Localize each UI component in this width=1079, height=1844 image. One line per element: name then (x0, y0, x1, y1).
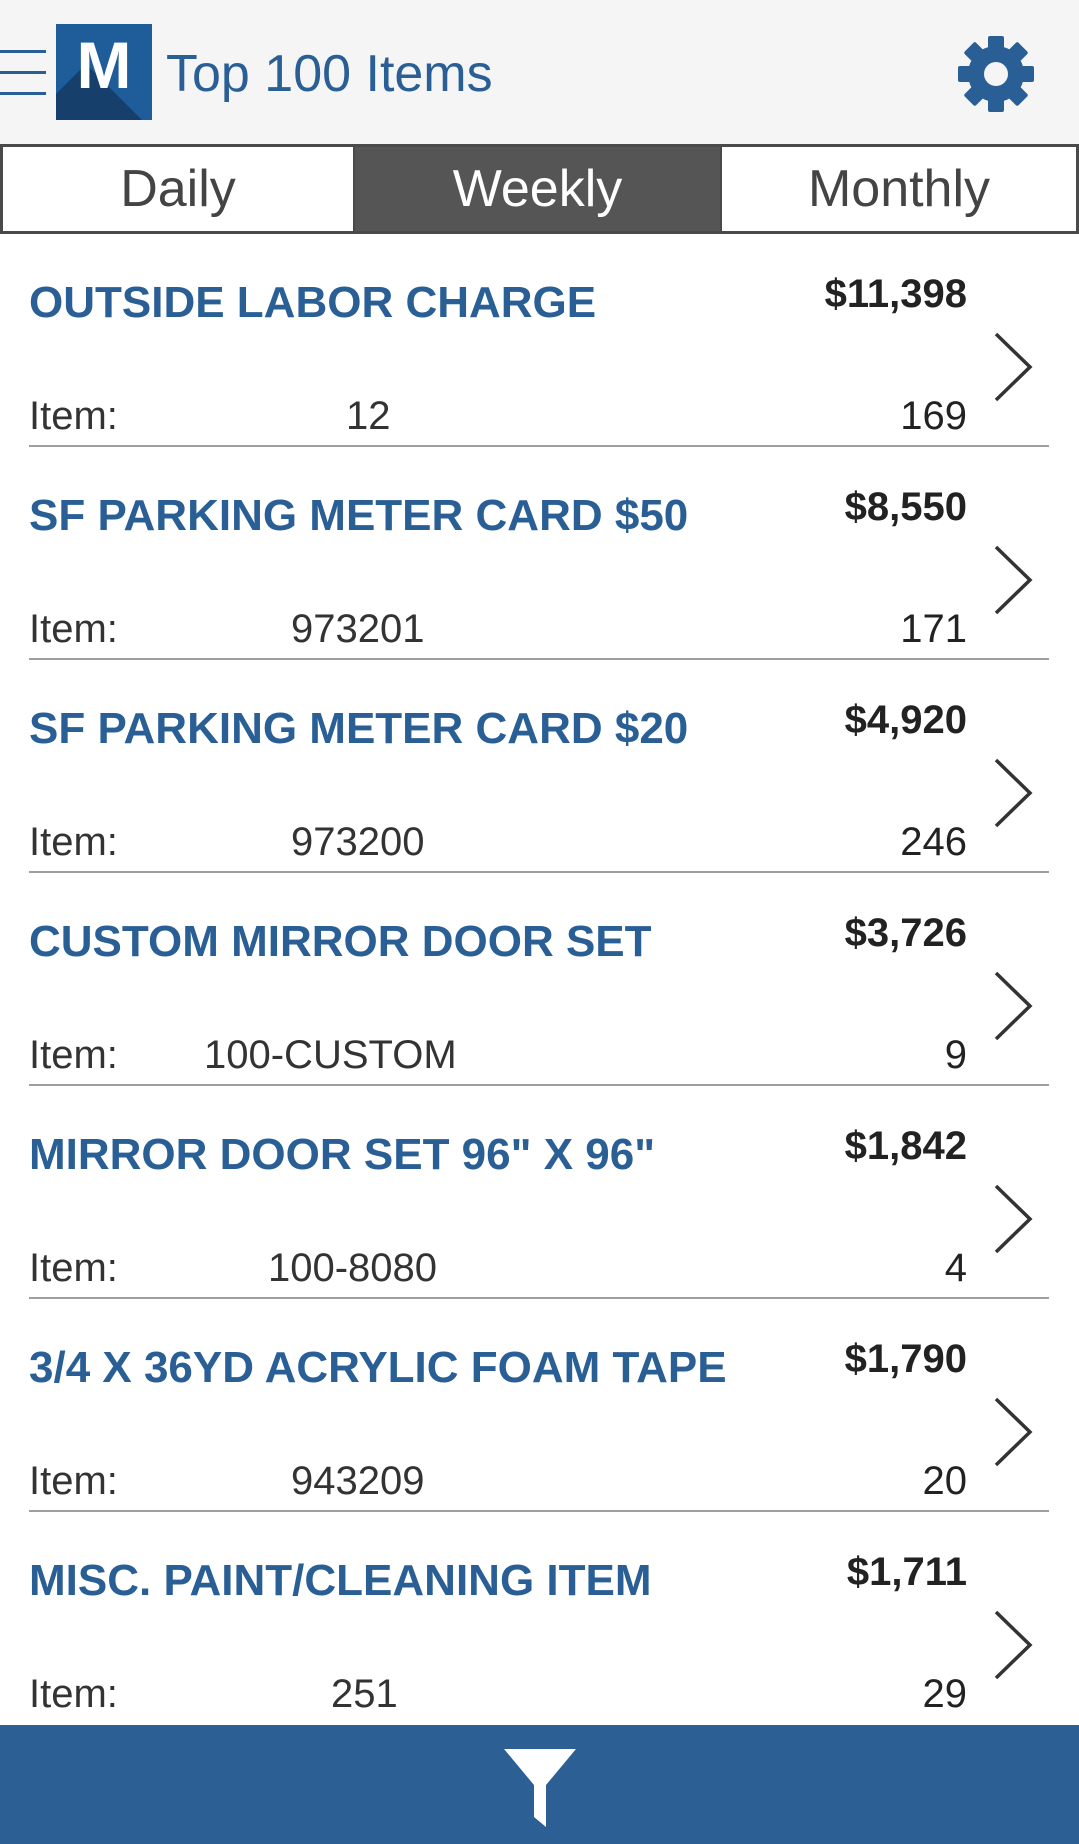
chevron-right-icon[interactable] (992, 1395, 1036, 1469)
item-name: CUSTOM MIRROR DOOR SET (29, 917, 652, 966)
item-name: OUTSIDE LABOR CHARGE (29, 278, 597, 327)
item-quantity: 9 (944, 1033, 967, 1077)
chevron-right-icon[interactable] (992, 330, 1036, 404)
chevron-right-icon[interactable] (992, 1608, 1036, 1682)
period-tabs: Daily Weekly Monthly (0, 144, 1079, 234)
chevron-right-icon[interactable] (992, 969, 1036, 1043)
list-item[interactable]: MISC. PAINT/CLEANING ITEM $1,711 Item: 2… (0, 1512, 1079, 1725)
item-label: Item: (29, 1672, 118, 1716)
item-number: 251 (331, 1672, 398, 1716)
list-item[interactable]: CUSTOM MIRROR DOOR SET $3,726 Item: 100-… (0, 873, 1079, 1086)
item-number: 12 (346, 394, 391, 438)
app-logo: M (56, 24, 152, 120)
item-name: MIRROR DOOR SET 96" X 96" (29, 1130, 656, 1179)
item-quantity: 29 (922, 1672, 968, 1716)
item-label: Item: (29, 820, 118, 864)
item-number: 973201 (291, 607, 425, 651)
chevron-right-icon[interactable] (992, 543, 1036, 617)
item-quantity: 4 (944, 1246, 967, 1290)
app-header: M Top 100 Items (0, 0, 1079, 144)
item-amount: $11,398 (824, 272, 967, 316)
menu-icon[interactable] (0, 50, 46, 96)
list-item[interactable]: SF PARKING METER CARD $20 $4,920 Item: 9… (0, 660, 1079, 873)
item-number: 100-8080 (268, 1246, 438, 1290)
item-amount: $1,842 (844, 1124, 967, 1168)
items-list: OUTSIDE LABOR CHARGE $11,398 Item: 12 16… (0, 234, 1079, 1725)
item-label: Item: (29, 1033, 118, 1077)
chevron-right-icon[interactable] (992, 1182, 1036, 1256)
item-quantity: 20 (922, 1459, 968, 1503)
page-title: Top 100 Items (166, 45, 493, 103)
filter-bar[interactable] (0, 1725, 1079, 1844)
item-name: 3/4 X 36YD ACRYLIC FOAM TAPE (29, 1343, 727, 1392)
item-number: 943209 (291, 1459, 425, 1503)
list-item[interactable]: OUTSIDE LABOR CHARGE $11,398 Item: 12 16… (0, 234, 1079, 447)
item-amount: $8,550 (844, 485, 967, 529)
tab-daily[interactable]: Daily (3, 147, 355, 231)
item-quantity: 171 (900, 607, 967, 651)
list-item[interactable]: MIRROR DOOR SET 96" X 96" $1,842 Item: 1… (0, 1086, 1079, 1299)
item-name: MISC. PAINT/CLEANING ITEM (29, 1556, 652, 1605)
tab-monthly[interactable]: Monthly (720, 147, 1076, 231)
gear-icon[interactable] (956, 34, 1036, 114)
item-quantity: 246 (900, 820, 967, 864)
item-label: Item: (29, 607, 118, 651)
item-label: Item: (29, 1459, 118, 1503)
item-number: 100-CUSTOM (204, 1033, 457, 1077)
list-item[interactable]: SF PARKING METER CARD $50 $8,550 Item: 9… (0, 447, 1079, 660)
item-number: 973200 (291, 820, 425, 864)
logo-letter: M (76, 28, 132, 102)
item-amount: $1,790 (844, 1337, 967, 1381)
item-label: Item: (29, 1246, 118, 1290)
list-item[interactable]: 3/4 X 36YD ACRYLIC FOAM TAPE $1,790 Item… (0, 1299, 1079, 1512)
item-quantity: 169 (900, 394, 967, 438)
chevron-right-icon[interactable] (992, 756, 1036, 830)
item-name: SF PARKING METER CARD $50 (29, 491, 689, 540)
item-name: SF PARKING METER CARD $20 (29, 704, 689, 753)
filter-icon[interactable] (502, 1747, 578, 1829)
item-label: Item: (29, 394, 118, 438)
item-amount: $3,726 (844, 911, 967, 955)
item-amount: $1,711 (846, 1550, 967, 1594)
item-amount: $4,920 (844, 698, 967, 742)
tab-weekly[interactable]: Weekly (355, 147, 720, 231)
